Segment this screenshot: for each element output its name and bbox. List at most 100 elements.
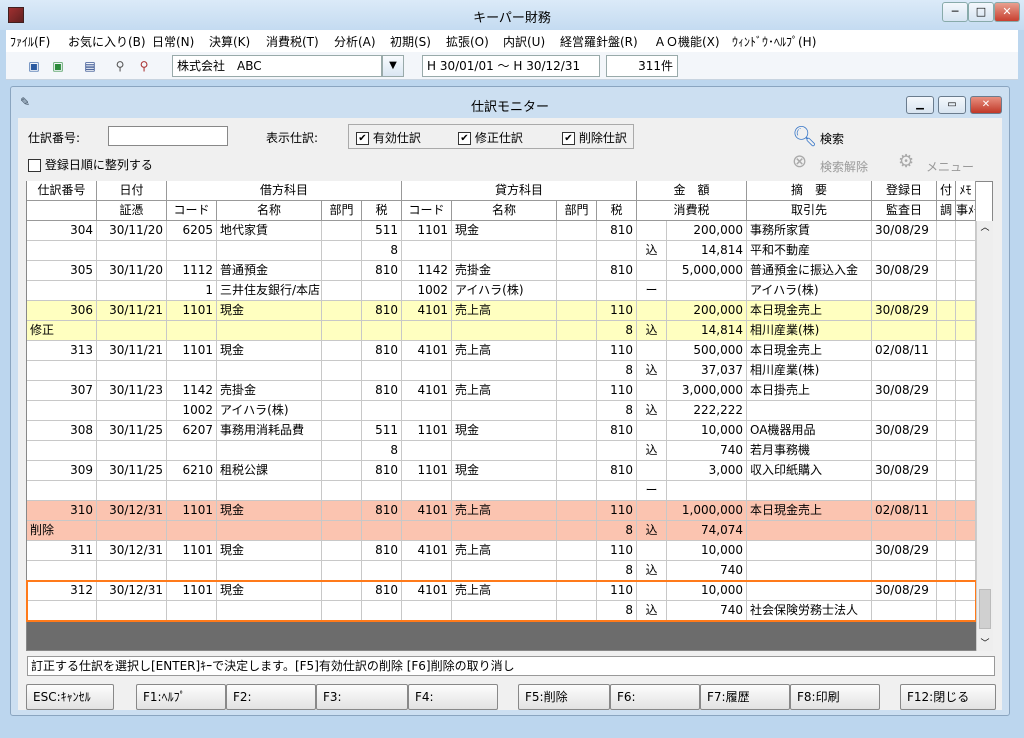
table-cell: 3,000,000	[667, 381, 747, 401]
table-cell: 売掛金	[217, 381, 322, 401]
table-cell: 3,000	[667, 461, 747, 481]
menu-file[interactable]: ﾌｧｲﾙ(F)	[10, 33, 50, 50]
f12-close-button[interactable]: F12:閉じる	[900, 684, 996, 710]
modified-checkbox[interactable]: ✔ 修正仕訳	[458, 129, 523, 146]
menu-daily[interactable]: 日常(N)	[152, 33, 194, 50]
table-cell: 4101	[402, 341, 452, 361]
table-cell	[97, 401, 167, 421]
table-cell	[956, 441, 976, 461]
vertical-scrollbar[interactable]: ︿ ﹀	[976, 221, 993, 651]
inner-minimize-button[interactable]: ▁	[906, 96, 934, 114]
table-cell: 削除	[27, 521, 97, 541]
table-cell	[362, 321, 402, 341]
maximize-button[interactable]: □	[968, 2, 994, 22]
menu-ao-functions[interactable]: ＡＯ機能(X)	[654, 33, 720, 50]
menu-window-help[interactable]: ｳｨﾝﾄﾞｳ･ﾍﾙﾌﾟ(H)	[732, 33, 816, 50]
inner-maximize-button[interactable]: ▭	[938, 96, 966, 114]
check-icon[interactable]: ✔	[458, 132, 471, 145]
table-cell	[937, 421, 956, 441]
table-cell	[167, 361, 217, 381]
f2-button[interactable]: F2:	[226, 684, 316, 710]
f6-button[interactable]: F6:	[610, 684, 700, 710]
menu-management-compass[interactable]: 経営羅針盤(R)	[560, 33, 638, 50]
table-cell: 若月事務機	[747, 441, 872, 461]
table-cell: 306	[27, 301, 97, 321]
search-button[interactable]: 検索	[820, 130, 844, 147]
table-cell	[557, 441, 597, 461]
menu-analysis[interactable]: 分析(A)	[334, 33, 376, 50]
table-cell	[322, 521, 362, 541]
display-filter-label: 表示仕訳:	[266, 131, 319, 145]
search-icon[interactable]: 🔍︎	[792, 124, 817, 148]
menu-extension[interactable]: 拡張(O)	[446, 33, 489, 50]
table-cell: 現金	[217, 301, 322, 321]
table-cell	[557, 221, 597, 241]
chevron-down-icon[interactable]: ﹀	[977, 637, 993, 651]
table-cell	[937, 381, 956, 401]
column-header: 金 額	[637, 181, 747, 201]
table-cell: 込	[637, 401, 667, 421]
table-cell: 現金	[217, 501, 322, 521]
add-icon[interactable]: ▣	[48, 56, 68, 76]
menu-breakdown[interactable]: 内訳(U)	[503, 33, 545, 50]
table-cell	[637, 381, 667, 401]
zoom-out-icon[interactable]: ⚲	[134, 56, 154, 76]
sort-checkbox[interactable]: 登録日順に整列する	[28, 156, 153, 173]
close-button[interactable]: ✕	[994, 2, 1020, 22]
check-icon[interactable]: ✔	[562, 132, 575, 145]
table-cell: ー	[637, 481, 667, 501]
table-cell: 込	[637, 441, 667, 461]
menu-settlement[interactable]: 決算(K)	[209, 33, 250, 50]
table-cell: 307	[27, 381, 97, 401]
table-cell: 8	[362, 441, 402, 461]
f3-button[interactable]: F3:	[316, 684, 408, 710]
entry-no-input[interactable]	[108, 126, 228, 146]
table-cell	[322, 321, 362, 341]
table-cell	[937, 521, 956, 541]
table-cell: 4101	[402, 381, 452, 401]
f1-help-button[interactable]: F1:ﾍﾙﾌﾟ	[136, 684, 226, 710]
f7-history-button[interactable]: F7:履歴	[700, 684, 790, 710]
entry-no-label: 仕訳番号:	[28, 131, 81, 145]
table-cell	[452, 321, 557, 341]
menu-initial[interactable]: 初期(S)	[390, 33, 431, 50]
table-cell	[27, 361, 97, 381]
column-subheader: 部門	[557, 201, 597, 221]
table-cell	[97, 601, 167, 621]
table-cell: 30/11/23	[97, 381, 167, 401]
check-icon[interactable]: ✔	[356, 132, 369, 145]
table-cell: 30/12/31	[97, 581, 167, 601]
table-cell: 30/08/29	[872, 221, 937, 241]
deleted-checkbox[interactable]: ✔ 削除仕訳	[562, 129, 627, 146]
table-cell	[667, 481, 747, 501]
f5-delete-button[interactable]: F5:削除	[518, 684, 610, 710]
menu-favorites[interactable]: お気に入り(B)	[68, 33, 146, 50]
table-cell	[937, 401, 956, 421]
company-select[interactable]: 株式会社 ABC	[172, 55, 382, 77]
zoom-in-icon[interactable]: ⚲	[110, 56, 130, 76]
open-icon[interactable]: ▣	[24, 56, 44, 76]
scrollbar-thumb[interactable]	[979, 589, 991, 629]
table-cell	[937, 601, 956, 621]
table-cell: 売上高	[452, 501, 557, 521]
valid-checkbox[interactable]: ✔ 有効仕訳	[356, 129, 421, 146]
chevron-down-icon[interactable]: ▼	[382, 55, 404, 77]
menu-consumption-tax[interactable]: 消費税(T)	[266, 33, 319, 50]
table-cell	[167, 601, 217, 621]
table-cell: 相川産業(株)	[747, 361, 872, 381]
inner-close-button[interactable]: ✕	[970, 96, 1002, 114]
table-cell	[937, 541, 956, 561]
column-subheader: 部門	[322, 201, 362, 221]
table-cell	[362, 361, 402, 381]
table-cell	[872, 561, 937, 581]
f4-button[interactable]: F4:	[408, 684, 498, 710]
table-cell	[872, 601, 937, 621]
table-cell: 8	[597, 521, 637, 541]
image-icon[interactable]: ▤	[80, 56, 100, 76]
f8-print-button[interactable]: F8:印刷	[790, 684, 880, 710]
table-cell	[322, 341, 362, 361]
minimize-button[interactable]: ─	[942, 2, 968, 22]
esc-cancel-button[interactable]: ESC:ｷｬﾝｾﾙ	[26, 684, 114, 710]
table-cell	[956, 261, 976, 281]
chevron-up-icon[interactable]: ︿	[977, 221, 993, 235]
